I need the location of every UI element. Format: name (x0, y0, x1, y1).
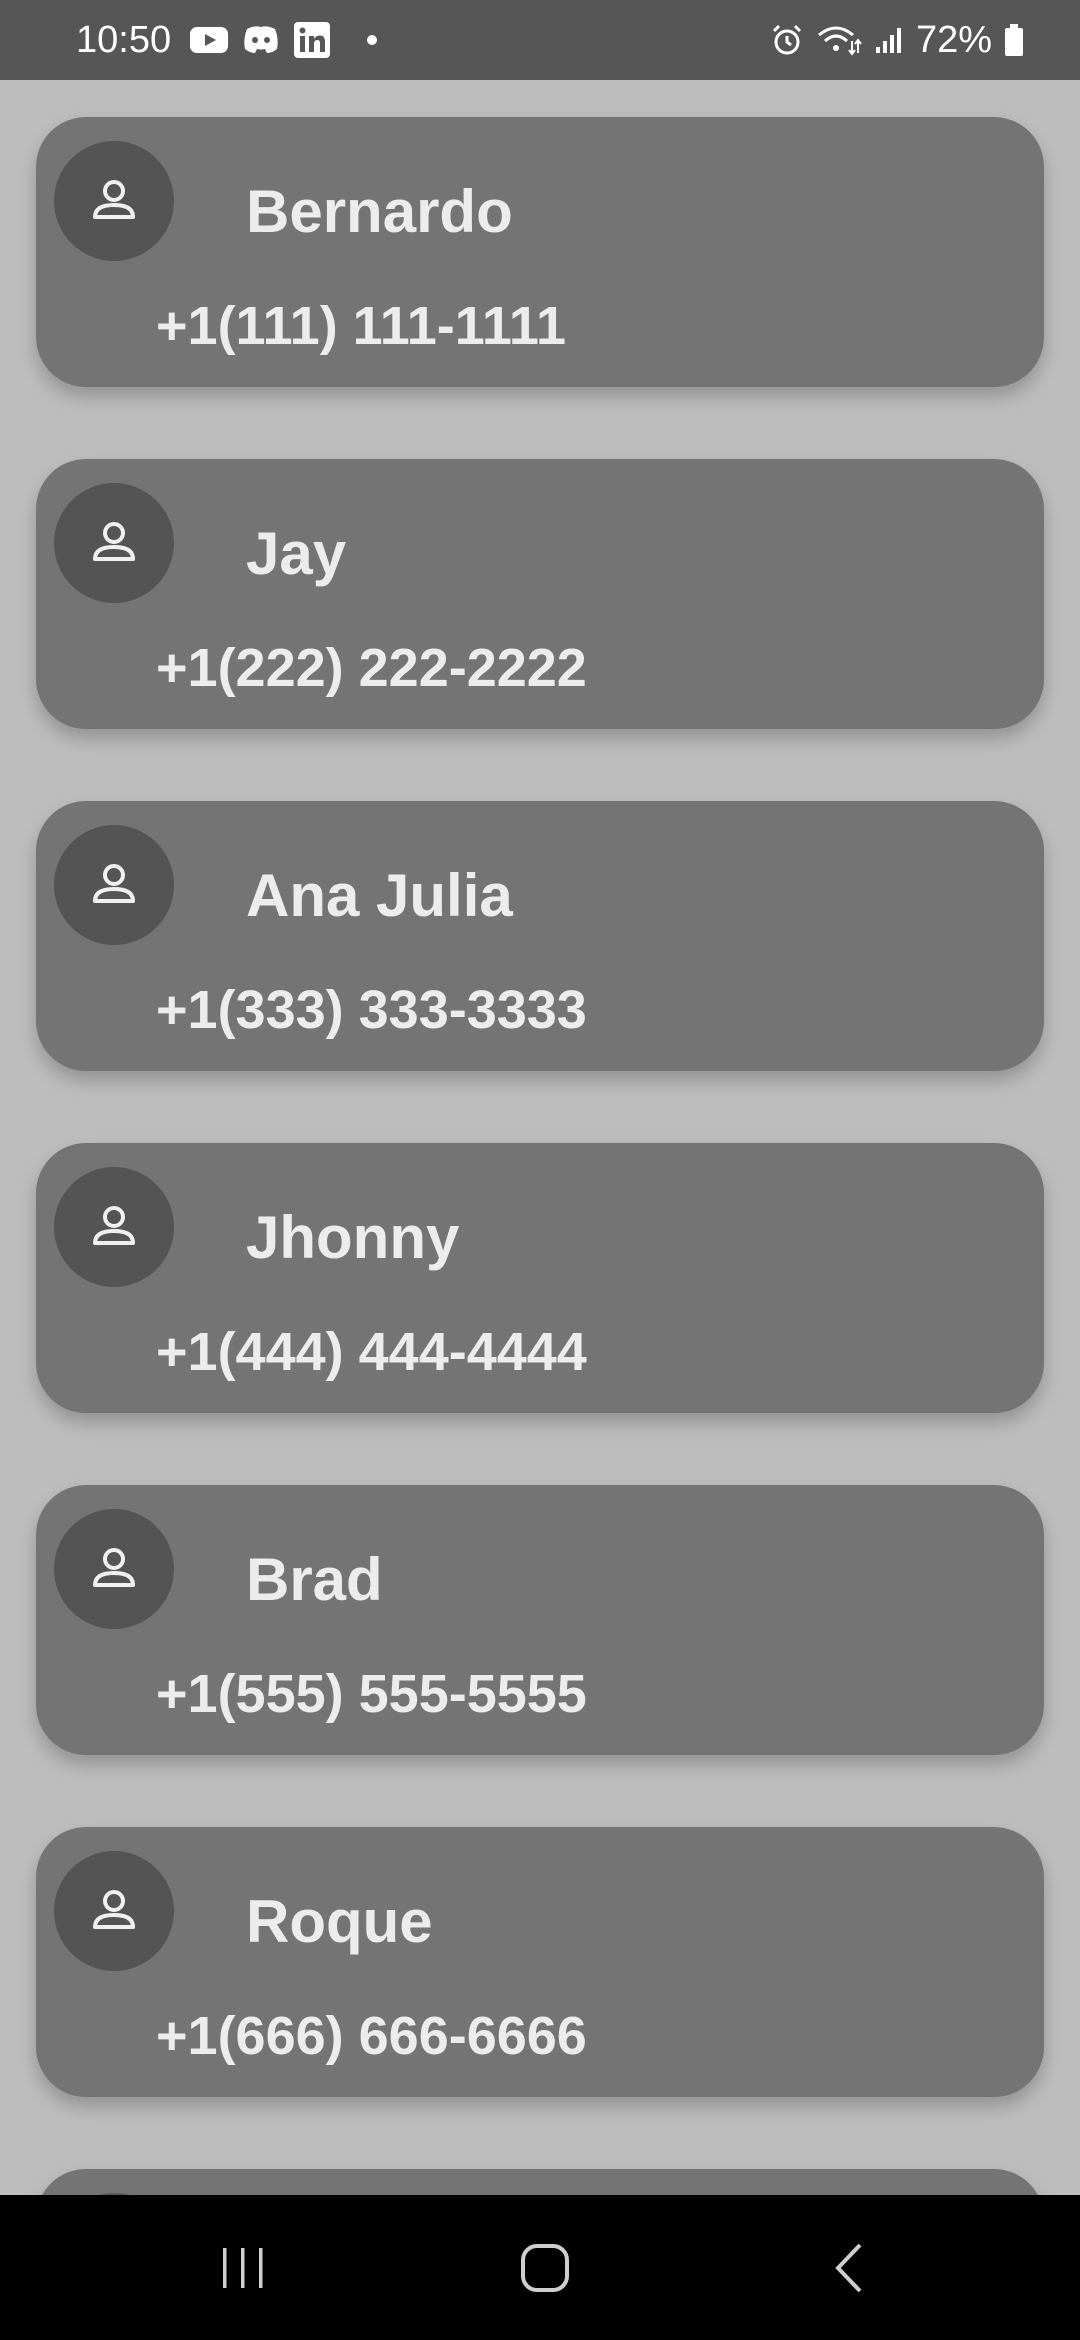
contact-name: Roque (246, 1888, 433, 1955)
person-icon (93, 864, 135, 903)
contact-card[interactable]: Roque +1(666) 666-6666 (36, 1827, 1044, 2097)
contact-phone: +1(333) 333-3333 (156, 980, 587, 1040)
avatar (54, 141, 174, 261)
recent-apps-icon (223, 2247, 263, 2288)
person-icon (93, 1206, 135, 1245)
contact-name: Jhonny (246, 1204, 460, 1271)
contact-name: Ana Julia (246, 862, 513, 929)
contact-card[interactable]: Brad +1(555) 555-5555 (36, 1485, 1044, 1755)
contact-phone: +1(666) 666-6666 (156, 2006, 587, 2066)
signal-icon (874, 25, 904, 55)
wifi-icon (816, 23, 862, 57)
avatar (54, 1167, 174, 1287)
person-icon (93, 1548, 135, 1587)
contact-card[interactable]: Bernardo +1(111) 111-1111 (36, 117, 1044, 387)
contact-name: Bernardo (246, 178, 513, 245)
person-icon (93, 1890, 135, 1929)
home-icon (521, 2243, 569, 2292)
status-right: 72% (770, 19, 1024, 62)
avatar (54, 1509, 174, 1629)
contact-phone: +1(111) 111-1111 (156, 296, 566, 356)
status-bar: 10:50 72% (0, 0, 1080, 80)
person-icon (93, 180, 135, 219)
battery-icon (1004, 23, 1024, 57)
home-button[interactable] (445, 2195, 645, 2340)
alarm-icon (770, 23, 804, 57)
contact-card[interactable]: Jay +1(222) 222-2222 (36, 459, 1044, 729)
contact-list-container[interactable]: Bernardo +1(111) 111-1111 Jay +1(222) 22… (0, 80, 1080, 2195)
battery-percentage: 72% (915, 18, 992, 61)
linkedin-icon (293, 21, 331, 59)
clock: 10:50 (76, 18, 172, 61)
contact-phone: +1(444) 444-4444 (156, 1322, 587, 1382)
avatar (54, 1851, 174, 1971)
contact-card[interactable]: Jhonny +1(444) 444-4444 (36, 1143, 1044, 1413)
contact-card[interactable]: Ana Julia +1(333) 333-3333 (36, 801, 1044, 1071)
navigation-bar (0, 2195, 1080, 2340)
contact-name: Jay (246, 520, 347, 587)
contact-phone: +1(555) 555-5555 (156, 1664, 587, 1724)
back-icon (835, 2243, 862, 2292)
avatar (54, 825, 174, 945)
back-button[interactable] (750, 2195, 950, 2340)
youtube-icon (189, 25, 229, 55)
recent-apps-button[interactable] (143, 2195, 343, 2340)
avatar (54, 483, 174, 603)
more-notifications-dot (367, 35, 378, 45)
contact-name: Brad (246, 1546, 383, 1613)
status-left: 10:50 (76, 18, 378, 62)
person-icon (93, 522, 135, 561)
contact-card-partial[interactable] (36, 2169, 1044, 2195)
discord-icon (241, 23, 281, 57)
contact-phone: +1(222) 222-2222 (156, 638, 587, 698)
